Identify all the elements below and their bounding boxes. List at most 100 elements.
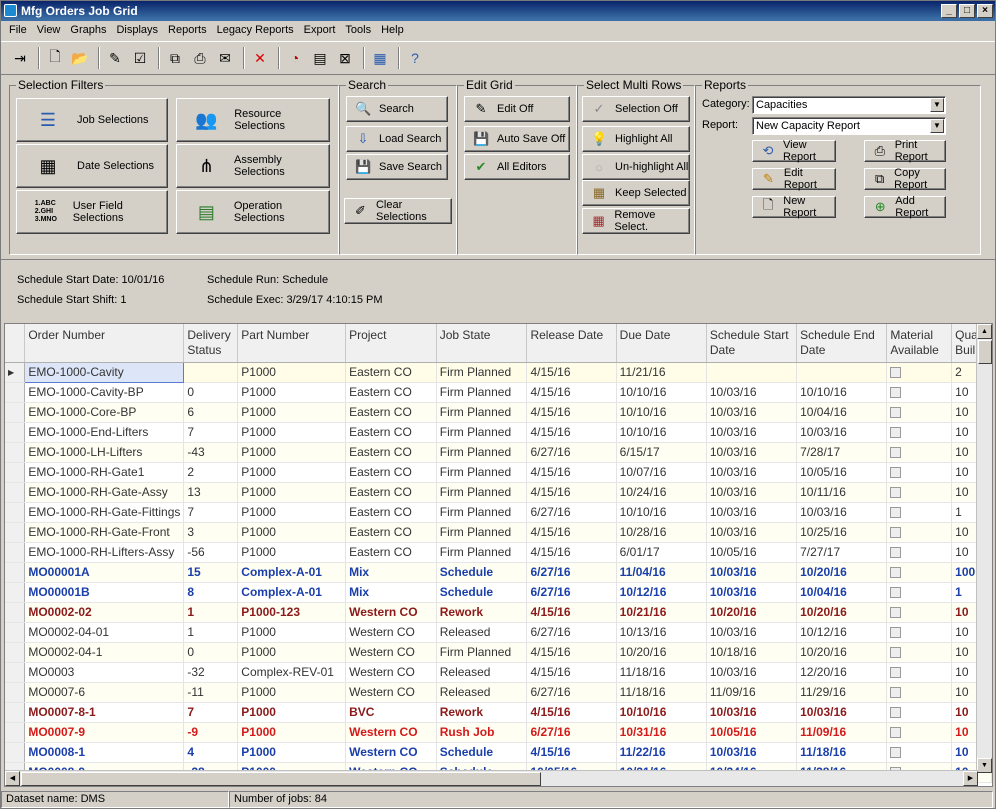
table-cell[interactable]: 4/15/16: [526, 522, 617, 543]
table-cell[interactable]: 6/27/16: [526, 722, 617, 743]
table-cell[interactable]: -32: [183, 662, 239, 683]
category-select[interactable]: Capacities ▼: [752, 96, 946, 114]
table-cell[interactable]: Firm Planned: [436, 642, 528, 663]
table-cell[interactable]: 10/10/16: [616, 702, 707, 723]
table-cell[interactable]: -56: [183, 542, 239, 563]
table-cell[interactable]: Firm Planned: [436, 502, 528, 523]
checkbox[interactable]: [890, 607, 902, 619]
table-cell[interactable]: MO00001A: [24, 562, 185, 583]
table-cell[interactable]: Western CO: [345, 662, 437, 683]
column-header[interactable]: Due Date: [616, 324, 707, 363]
column-header[interactable]: Release Date: [526, 324, 617, 363]
table-cell[interactable]: EMO-1000-Cavity-BP: [24, 382, 185, 403]
table-cell[interactable]: 11/18/16: [796, 742, 888, 763]
table-cell[interactable]: 10/03/16: [706, 442, 798, 463]
print-report-button[interactable]: ⎙ Print Report: [864, 139, 946, 163]
table-cell[interactable]: 6/01/17: [616, 542, 707, 563]
table-cell[interactable]: Complex-A-01: [237, 562, 347, 583]
table-cell[interactable]: Schedule: [436, 582, 528, 603]
table-cell[interactable]: Firm Planned: [436, 382, 528, 403]
row-selector[interactable]: [5, 442, 26, 463]
table-cell[interactable]: Eastern CO: [345, 402, 437, 423]
table-cell[interactable]: -9: [183, 722, 239, 743]
table-cell[interactable]: EMO-1000-RH-Gate-Fittings: [24, 502, 185, 523]
table-cell[interactable]: Firm Planned: [436, 522, 528, 543]
table-cell[interactable]: 10/05/16: [796, 462, 888, 483]
table-row[interactable]: EMO-1000-Cavity-BP 0 P1000 Eastern CO Firm P…: [5, 382, 992, 403]
table-cell[interactable]: 10/10/16: [616, 502, 707, 523]
copy-icon[interactable]: ⧉: [164, 47, 186, 69]
table-cell[interactable]: Firm Planned: [436, 422, 528, 443]
row-selector[interactable]: [5, 502, 26, 523]
checkbox[interactable]: [890, 627, 902, 639]
clear-selections-button[interactable]: ✐ Clear Selections: [344, 198, 452, 224]
table-cell[interactable]: Eastern CO: [345, 542, 437, 563]
table-cell[interactable]: Western CO: [345, 622, 437, 643]
exit-icon[interactable]: ⇥: [9, 47, 31, 69]
table-cell[interactable]: 10/07/16: [616, 462, 707, 483]
table-row[interactable]: EMO-1000-RH-Gate-Assy 13 P1000 Eastern CO Fi…: [5, 482, 992, 503]
table-cell[interactable]: 6/27/16: [526, 682, 617, 703]
open-folder-icon[interactable]: 📂: [69, 47, 91, 69]
row-selector[interactable]: [5, 742, 26, 763]
table-cell[interactable]: P1000: [237, 442, 347, 463]
vertical-scroll-thumb[interactable]: [978, 340, 992, 364]
row-selector[interactable]: [5, 682, 26, 703]
table-cell[interactable]: 10/03/16: [706, 482, 798, 503]
table-cell[interactable]: 4/15/16: [526, 662, 617, 683]
table-cell[interactable]: Schedule: [436, 742, 528, 763]
table-cell[interactable]: P1000: [237, 722, 347, 743]
maximize-button[interactable]: □: [959, 4, 975, 18]
table-row[interactable]: MO0008-1 4 P1000 Western CO Schedule 4/15/16 1…: [5, 742, 992, 763]
table-cell[interactable]: 15: [183, 562, 239, 583]
table-cell[interactable]: Firm Planned: [436, 462, 528, 483]
grid-icon[interactable]: ▦: [369, 47, 391, 69]
table-cell[interactable]: 11/09/16: [796, 722, 888, 743]
table-cell[interactable]: 10/31/16: [616, 722, 707, 743]
print-icon[interactable]: ⎙: [189, 47, 211, 69]
material-available-checkbox[interactable]: [886, 442, 953, 463]
unhighlight-all-button[interactable]: ○ Un-highlight All: [582, 154, 690, 180]
table-cell[interactable]: 6/27/16: [526, 502, 617, 523]
table-cell[interactable]: 2: [183, 462, 239, 483]
table-cell[interactable]: Mix: [345, 582, 437, 603]
row-selector[interactable]: [5, 382, 26, 403]
table-cell[interactable]: 10/03/16: [706, 402, 798, 423]
edit-icon[interactable]: ✎: [104, 47, 126, 69]
table-cell[interactable]: 10/03/16: [706, 382, 798, 403]
table-cell[interactable]: Released: [436, 662, 528, 683]
table-cell[interactable]: MO0007-8-1: [24, 702, 185, 723]
table-cell[interactable]: 10/03/16: [706, 742, 798, 763]
table-cell[interactable]: 10/20/16: [616, 642, 707, 663]
table-cell[interactable]: Firm Planned: [436, 482, 528, 503]
table-cell[interactable]: 10/03/16: [796, 422, 888, 443]
table-cell[interactable]: P1000: [237, 522, 347, 543]
menu-help[interactable]: Help: [377, 24, 410, 36]
menu-tools[interactable]: Tools: [341, 24, 377, 36]
checkbox[interactable]: [890, 587, 902, 599]
table-cell[interactable]: EMO-1000-RH-Lifters-Assy: [24, 542, 185, 563]
table-cell[interactable]: Eastern CO: [345, 422, 437, 443]
material-available-checkbox[interactable]: [886, 742, 953, 763]
add-report-button[interactable]: ⊕ Add Report: [864, 195, 946, 219]
table-cell[interactable]: 8: [183, 582, 239, 603]
table-row[interactable]: EMO-1000-Core-BP 6 P1000 Eastern CO Firm Pla…: [5, 402, 992, 423]
table-cell[interactable]: Eastern CO: [345, 502, 437, 523]
table-row[interactable]: EMO-1000-RH-Gate-Fittings 7 P1000 Eastern C…: [5, 502, 992, 523]
row-selector[interactable]: [5, 602, 26, 623]
table-row[interactable]: MO0002-04-01 1 P1000 Western CO Released 6/27…: [5, 622, 992, 643]
table-cell[interactable]: Complex-A-01: [237, 582, 347, 603]
table-cell[interactable]: 7/27/17: [796, 542, 888, 563]
dropdown-arrow-icon[interactable]: ▼: [930, 98, 944, 112]
table-cell[interactable]: 7: [183, 702, 239, 723]
table-cell[interactable]: 4/15/16: [526, 482, 617, 503]
table-row[interactable]: MO0007-6 -11 P1000 Western CO Released 6/27/1…: [5, 682, 992, 703]
material-available-checkbox[interactable]: [886, 562, 953, 583]
table-row[interactable]: EMO-1000-RH-Gate-Front 3 P1000 Eastern CO Fi…: [5, 522, 992, 543]
checkbox[interactable]: [890, 707, 902, 719]
table-cell[interactable]: 11/18/16: [616, 662, 707, 683]
table-cell[interactable]: [183, 362, 239, 383]
menu-view[interactable]: View: [33, 24, 67, 36]
minimize-button[interactable]: _: [941, 4, 957, 18]
material-available-checkbox[interactable]: [886, 522, 953, 543]
